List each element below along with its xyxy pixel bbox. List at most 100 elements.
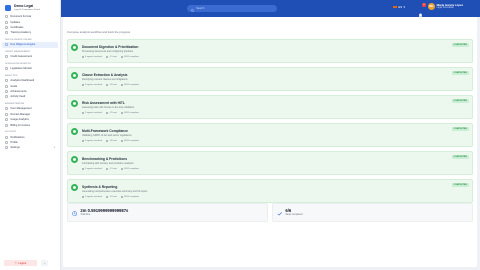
user-icon [5,141,8,144]
sidebar-item-label: Billing & Invoices [10,123,30,127]
step-meta-item: 100% complete [120,84,139,87]
step-description: Assessing risks with human-in-the-loop v… [82,106,135,109]
dot-icon [106,84,109,87]
book-icon [5,31,8,35]
check-circle-icon [71,156,79,164]
step-meta-item: 100% complete [120,56,139,59]
sidebar-item-label: Updates [10,20,21,24]
step-meta-item: 2 agents involved [82,196,102,199]
scale-icon [5,67,8,70]
status-badge: COMPLETED [451,183,469,187]
step-meta-item: ~15 min [106,168,117,171]
logout-button[interactable]: ⎋ Logout [4,260,37,266]
sidebar-group: LEGISLATIVE MONITOR Legislative Monitor [0,61,60,72]
sidebar-item-settings[interactable]: Settings ▾ [0,145,60,150]
file-icon [5,15,8,18]
brand[interactable]: Demo Legal Legal & Compliance Portal [0,0,60,14]
sidebar-item-due-diligence-engine[interactable]: Due Diligence Engine [2,42,58,48]
target-icon [5,84,8,88]
step-meta: 2 agents involved ~25 min 100% complete [82,112,139,115]
award-icon [5,26,8,29]
avatar: MG [428,3,435,10]
users-icon [5,107,8,111]
workflow-step[interactable]: Risk Assessment with HITL Assessing risks… [67,95,473,119]
dot-icon [106,140,109,143]
brand-logo [5,5,11,11]
search-bar[interactable] [187,4,277,13]
status-badge: COMPLETED [451,43,469,47]
dot-icon [82,112,85,115]
dot-icon [120,56,124,59]
collapse-sidebar-button[interactable]: ‹ [41,260,48,266]
dot-icon [120,196,124,199]
sidebar-item-activity-feed[interactable]: Activity Feed [0,94,60,99]
bar-icon [5,118,8,121]
sidebar-item-label: Goals [10,84,18,88]
user-role: Legal Consultant [436,6,454,9]
dot-icon [82,196,85,199]
step-meta-item: 3 agents involved [82,84,102,87]
step-title: Risk Assessment with HITL [82,100,125,105]
dot-icon [120,140,124,143]
step-meta-item: ~25 min [106,112,117,115]
sidebar-item-label: Domain Manager [10,112,31,116]
step-meta-item: 100% complete [120,112,139,115]
sidebar-item-label: Notifications [10,135,25,139]
bell-icon [5,20,8,24]
chart-icon [5,79,8,82]
sidebar-item-label: User Management [10,107,32,111]
search-icon [191,0,195,17]
step-meta-item: 2 agents involved [82,112,102,115]
step-meta-item: 3 agents involved [82,168,102,171]
step-meta-item: ~30 min [106,140,117,143]
sidebar-group: ACCOUNT Notifications Profile Settings ▾ [0,129,60,151]
sidebar-item-label: Credit Assessment [10,55,33,59]
sidebar-nav: Document Format Updates Certificates Traini… [0,14,60,151]
sidebar-item-billing-invoices[interactable]: Billing & Invoices [0,122,60,127]
workflow-step[interactable]: Clause Extraction & Analysis Identifying … [67,67,473,91]
workflow-subtitle: Compose analysis workflow and track the … [67,30,131,34]
sidebar-item-label: Achievements [10,90,27,94]
trophy-icon [5,90,8,93]
clock-icon [72,204,78,222]
sidebar-item-label: Analytics Dashboard [10,79,35,83]
topbar: ES ▾ 3 MG María García López Legal Consu… [61,0,480,18]
sidebar-item-credit-assessment[interactable]: Credit Assessment [0,54,60,59]
workflow-card: Compose analysis workflow and track the … [63,17,477,267]
dot-icon [82,84,85,87]
sidebar-item-training-academy[interactable]: Training Academy [0,30,60,35]
total-time-stat: 2m 0.591999999999987s Total time [67,203,268,222]
sidebar-item-legislative-monitor[interactable]: Legislative Monitor [0,66,60,71]
bell-icon [5,135,8,139]
language-selector[interactable]: ES ▾ [393,5,405,9]
search-input[interactable] [196,6,277,10]
sidebar: Demo Legal Legal & Compliance Portal Doc… [0,0,61,270]
step-meta-item: 100% complete [120,168,139,171]
step-title: Clause Extraction & Analysis [82,72,128,77]
flag-icon [393,5,397,9]
workflow-step[interactable]: Synthesis & Reporting Generating comprehe… [67,179,473,203]
chevron-down-icon: ▾ [403,5,405,9]
workflow-steps: Document Digestion & Prioritization Proce… [67,39,473,207]
step-meta-item: 4 agents involved [82,56,102,59]
gear-icon [5,146,8,150]
sidebar-item-label: Certificates [10,25,24,29]
notifications-button[interactable]: 3 [418,3,426,18]
workflow-step[interactable]: Multi-Framework Compliance Validating GDP… [67,123,473,147]
dot-icon [106,168,109,171]
step-title: Document Digestion & Prioritization [82,44,139,49]
dot-icon [82,140,85,143]
logout-label: Logout [18,261,27,265]
chevron-down-icon: ▾ [53,146,55,150]
step-meta-item: 100% complete [120,140,139,143]
step-meta: 3 agents involved ~20 min 100% complete [82,84,139,87]
notification-count-badge: 3 [422,3,426,7]
language-label: ES [398,5,403,9]
step-description: Identifying relevant clauses and obligat… [82,78,128,81]
status-badge: COMPLETED [451,127,469,131]
step-title: Benchmarking & Predictions [82,156,128,161]
workflow-step[interactable]: Document Digestion & Prioritization Proce… [67,39,473,63]
user-menu[interactable]: MG María García López Legal Consultant [428,3,463,10]
workflow-step[interactable]: Benchmarking & Predictions Contrasting wi… [67,151,473,175]
step-description: Contrasting with industry and predictive… [82,162,134,165]
